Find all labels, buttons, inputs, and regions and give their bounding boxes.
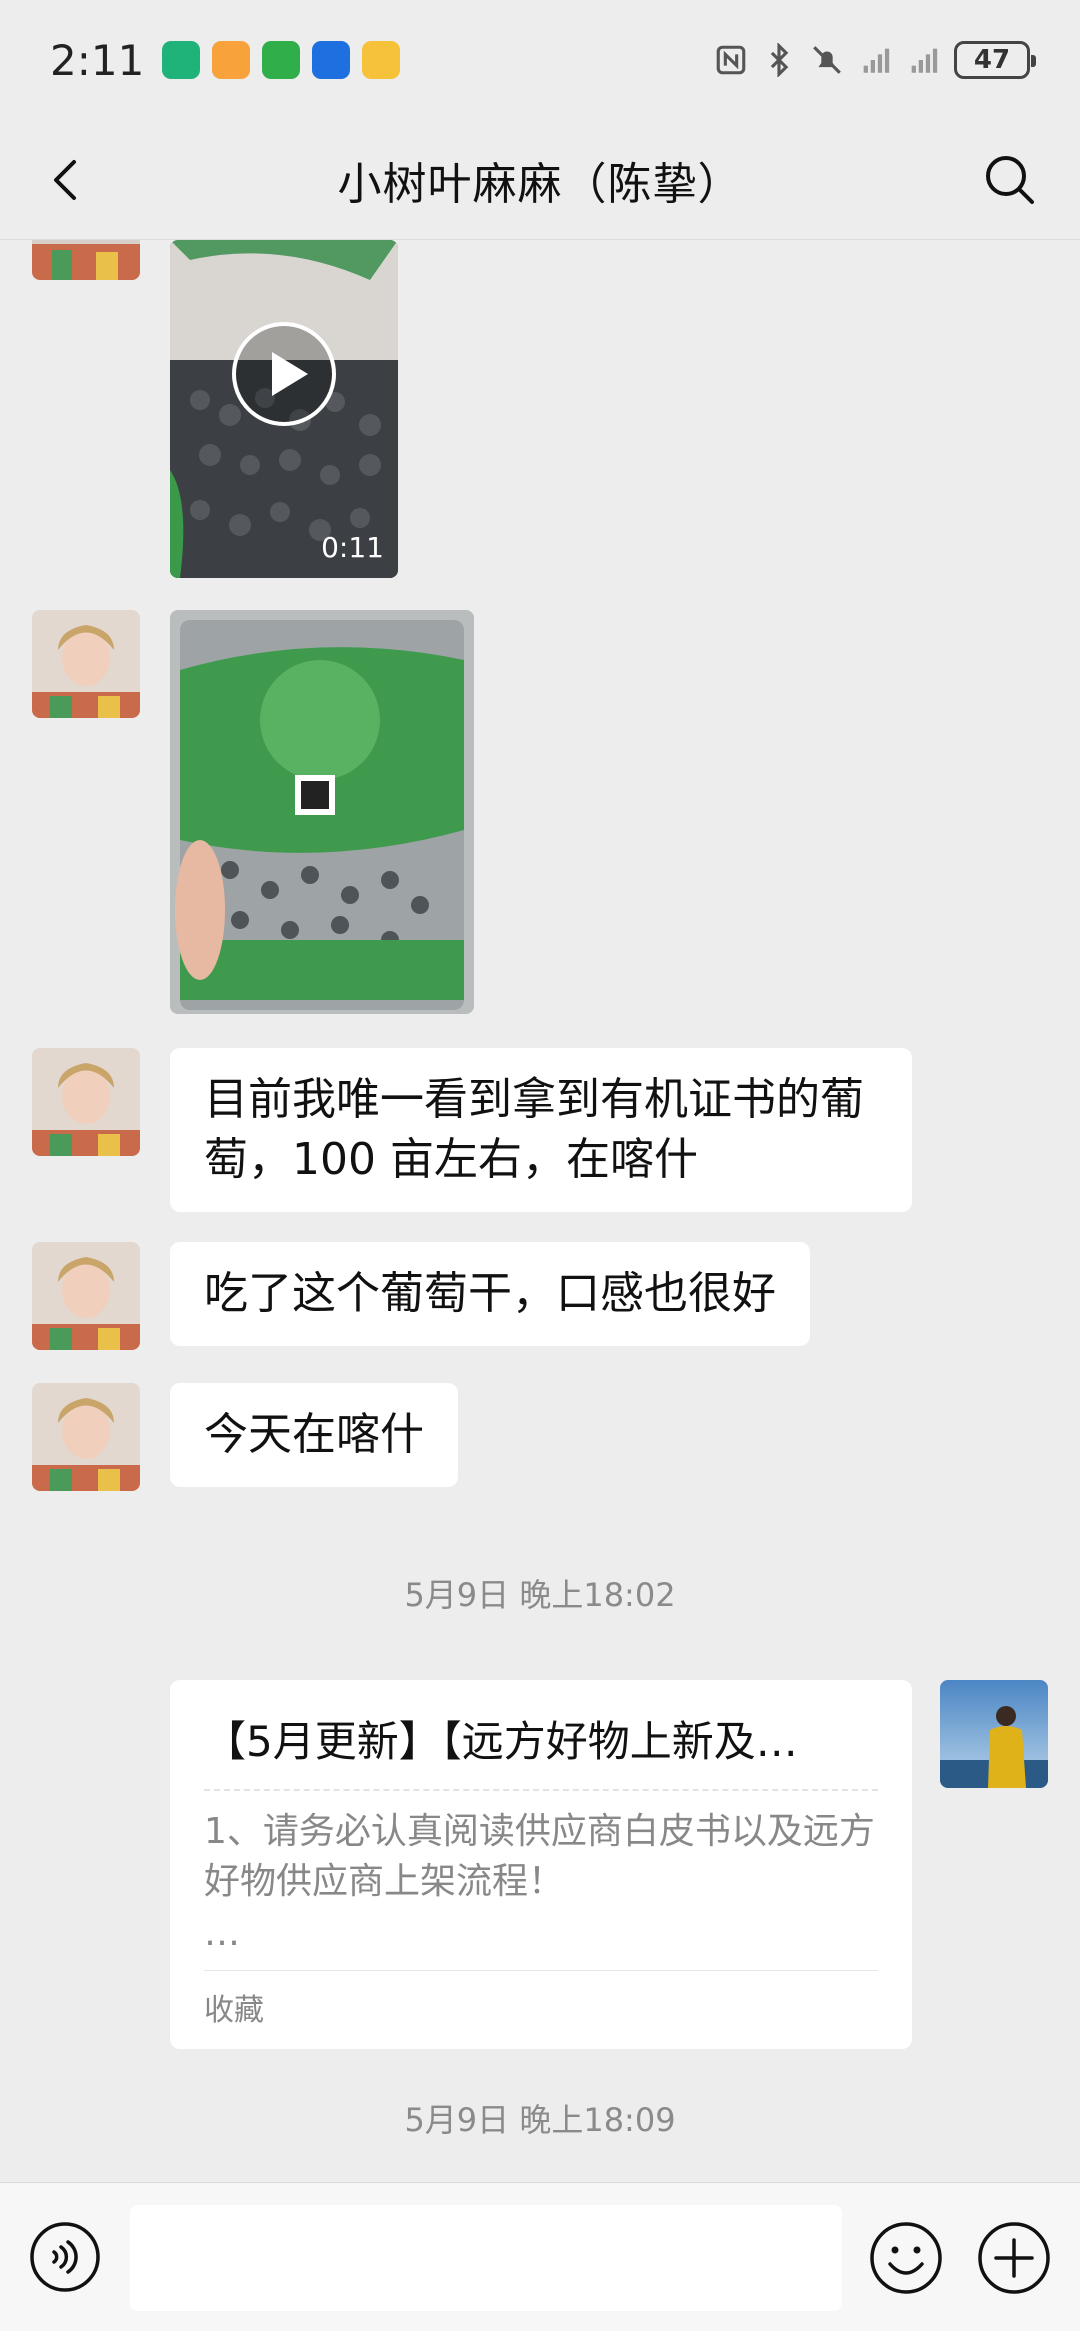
signal-icon-2 <box>911 48 938 73</box>
card-title: 【5月更新】【远方好物上新及… <box>204 1708 878 1791</box>
timestamp: 5月9日 晚上18:09 <box>404 2101 676 2139</box>
timestamp: 5月9日 晚上18:02 <box>404 1576 676 1614</box>
card-more: … <box>204 1913 240 1954</box>
nfc-icon <box>716 45 746 75</box>
battery-level: 47 <box>973 45 1011 75</box>
app-icon-blue-plane <box>312 41 351 79</box>
avatar[interactable] <box>32 610 140 718</box>
app-icon-green-2 <box>262 41 301 79</box>
app-icon-orange <box>212 41 251 79</box>
text-message[interactable]: 目前我唯一看到拿到有机证书的葡萄，100 亩左右，在喀什 <box>170 1048 912 1212</box>
image-message[interactable] <box>170 610 474 1014</box>
plus-icon[interactable] <box>976 2220 1052 2296</box>
message-list[interactable]: 0:11 目前我唯一看到拿到有机证书的葡萄，100 亩左右，在喀什 吃了这个葡萄… <box>0 240 1080 2182</box>
bluetooth-icon <box>770 43 789 77</box>
avatar[interactable] <box>32 240 140 280</box>
card-footer-label: 收藏 <box>204 1993 264 2028</box>
avatar[interactable] <box>32 1242 140 1350</box>
card-divider <box>204 1970 878 1971</box>
video-duration: 0:11 <box>321 531 384 564</box>
chat-header: 小树叶麻麻（陈挚） <box>0 120 1080 240</box>
voice-icon[interactable] <box>28 2220 102 2294</box>
search-icon[interactable] <box>978 148 1042 212</box>
avatar[interactable] <box>32 1383 140 1491</box>
status-right: 47 <box>714 41 1036 79</box>
text-message[interactable]: 吃了这个葡萄干，口感也很好 <box>170 1242 810 1346</box>
chevron-left-icon[interactable] <box>38 150 98 210</box>
signal-icon <box>863 48 890 73</box>
message-input[interactable] <box>130 2205 842 2311</box>
message-text: 目前我唯一看到拿到有机证书的葡萄，100 亩左右，在喀什 <box>204 1074 864 1185</box>
avatar[interactable] <box>32 1048 140 1156</box>
mute-icon <box>813 46 841 74</box>
favorite-card-message[interactable]: 【5月更新】【远方好物上新及… 1、请务必认真阅读供应商白皮书以及远方好物供应商… <box>170 1680 912 2049</box>
card-description: 1、请务必认真阅读供应商白皮书以及远方好物供应商上架流程！ <box>204 1811 875 1902</box>
status-bar: 2:11 47 <box>0 0 1080 120</box>
my-avatar[interactable] <box>940 1680 1048 1788</box>
play-icon[interactable] <box>230 320 338 428</box>
message-text: 吃了这个葡萄干，口感也很好 <box>204 1268 776 1319</box>
input-bar <box>0 2182 1080 2331</box>
battery-indicator: 47 <box>954 41 1036 79</box>
text-message[interactable]: 今天在喀什 <box>170 1383 458 1487</box>
emoji-icon[interactable] <box>868 2220 944 2296</box>
app-icon-yellow <box>362 41 401 79</box>
app-icon-green <box>162 41 201 79</box>
status-time: 2:11 <box>50 35 145 85</box>
message-text: 今天在喀什 <box>204 1409 424 1460</box>
page-title: 小树叶麻麻（陈挚） <box>337 158 743 210</box>
video-message[interactable]: 0:11 <box>170 240 398 578</box>
